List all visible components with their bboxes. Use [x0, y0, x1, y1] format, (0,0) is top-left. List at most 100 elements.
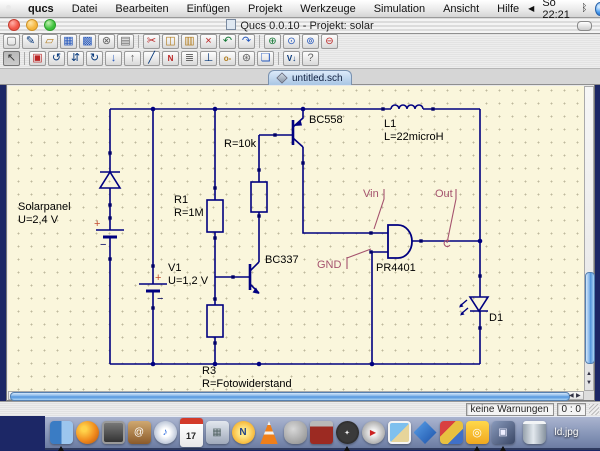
dock-color-folders-icon[interactable]: [440, 421, 463, 444]
insert-label-button[interactable]: N: [162, 51, 179, 66]
dock-blue-gem-icon[interactable]: [414, 421, 437, 444]
save-all-button[interactable]: ▩: [79, 34, 96, 49]
move-up-button[interactable]: ↑: [124, 51, 141, 66]
undo-button[interactable]: ↶: [219, 34, 236, 49]
last-component-button[interactable]: V↓: [283, 51, 300, 66]
dock-trash-icon[interactable]: [523, 421, 546, 444]
vertical-scrollbar[interactable]: ▲ ▼: [584, 86, 594, 391]
insert-wire-button[interactable]: ╱: [143, 51, 160, 66]
solarpanel-value-label[interactable]: U=2,4 V: [18, 214, 59, 226]
bc558-transistor-symbol[interactable]: [293, 109, 303, 147]
out-wire-label[interactable]: Out: [435, 188, 453, 200]
dock-neooffice-icon[interactable]: N: [232, 421, 255, 444]
bc337-name-label[interactable]: BC337: [265, 254, 299, 266]
dock-keychain-lock-icon[interactable]: [310, 421, 333, 444]
r10k-resistor-body[interactable]: [251, 182, 267, 212]
close-file-button[interactable]: ⊗: [98, 34, 115, 49]
toolbar-toggle-capsule[interactable]: [577, 21, 592, 31]
dock-preview-icon[interactable]: [102, 421, 125, 444]
delete-button[interactable]: ×: [200, 34, 217, 49]
cut-button[interactable]: ✂: [143, 34, 160, 49]
menu-simulation[interactable]: Simulation: [365, 3, 434, 15]
scroll-up-icon[interactable]: ▲: [586, 370, 592, 379]
insert-equation-button[interactable]: ≣: [181, 51, 198, 66]
dock-itunes-icon[interactable]: ♪: [154, 421, 177, 444]
rotate-ccw-button[interactable]: ↺: [48, 51, 65, 66]
dock-screenshot-icon[interactable]: ▣: [492, 421, 515, 444]
window-title-bar[interactable]: Qucs 0.0.10 - Projekt: solar: [0, 17, 600, 34]
blue-orb-icon[interactable]: [595, 2, 600, 16]
print-button[interactable]: ▤: [117, 34, 134, 49]
copy-button[interactable]: ◫: [162, 34, 179, 49]
open-file-button[interactable]: ▱: [41, 34, 58, 49]
r1-resistor-body[interactable]: [207, 200, 223, 232]
select-tool-button[interactable]: ↖: [3, 51, 20, 66]
mirror-x-button[interactable]: ⇵: [67, 51, 84, 66]
dock-qucs-icon[interactable]: ◎: [466, 421, 489, 444]
dock-image-capture-icon[interactable]: [284, 421, 307, 444]
menu-werkzeuge[interactable]: Werkzeuge: [291, 3, 364, 15]
l1-name-label[interactable]: L1: [384, 118, 396, 130]
paste-button[interactable]: ▥: [181, 34, 198, 49]
zoom-fit-button[interactable]: ⊚: [302, 34, 319, 49]
menu-projekt[interactable]: Projekt: [239, 3, 291, 15]
pr4401-ic-symbol[interactable]: [388, 225, 412, 258]
menu-hilfe[interactable]: Hilfe: [488, 3, 528, 15]
redo-button[interactable]: ↷: [238, 34, 255, 49]
r3-value-label[interactable]: R=Fotowiderstand: [202, 378, 292, 390]
menu-clock[interactable]: So 22:21: [542, 0, 573, 21]
horizontal-scrollbar[interactable]: ◀ ▶: [8, 391, 584, 400]
scroll-right-icon[interactable]: ▶: [576, 392, 581, 401]
simulate-button[interactable]: ⊛: [238, 51, 255, 66]
r3-resistor-body[interactable]: [207, 305, 223, 337]
dock-address-book-icon[interactable]: @: [128, 421, 151, 444]
resize-grip[interactable]: [589, 404, 599, 415]
r3-name-label[interactable]: R3: [202, 365, 216, 377]
dock-dvd-player-icon[interactable]: ▶: [362, 421, 385, 444]
zoom-in-button[interactable]: ⊕: [264, 34, 281, 49]
dock-ical-icon[interactable]: 17: [180, 418, 203, 447]
whats-this-button[interactable]: ?: [302, 51, 319, 66]
volume-icon[interactable]: ◀: [528, 4, 534, 13]
vertical-scroll-thumb[interactable]: [585, 272, 595, 364]
scroll-left-icon[interactable]: ◀: [569, 392, 574, 401]
insert-ground-button[interactable]: ⊥: [200, 51, 217, 66]
r10k-value-label[interactable]: R=10k: [224, 138, 257, 150]
dock-gauge-icon[interactable]: ✦: [336, 421, 359, 444]
dock-photo-icon[interactable]: [388, 421, 411, 444]
scroll-down-icon[interactable]: ▼: [586, 379, 592, 388]
solarpanel-diode-symbol[interactable]: [100, 172, 120, 188]
tab-untitled-sch[interactable]: untitled.sch: [268, 70, 352, 85]
r1-value-label[interactable]: R=1M: [174, 207, 204, 219]
edit-properties-button[interactable]: ▣: [29, 51, 46, 66]
solarpanel-source-symbol[interactable]: [96, 230, 124, 237]
pr4401-name-label[interactable]: PR4401: [376, 262, 416, 274]
gnd-wire-label[interactable]: GND: [317, 259, 342, 271]
circuit-wires[interactable]: [110, 105, 480, 364]
schematic-canvas[interactable]: Solarpanel U=2,4 V V1 U=1,2 V R1 R=1M R=…: [8, 86, 584, 391]
bc558-name-label[interactable]: BC558: [309, 114, 343, 126]
insert-port-button[interactable]: o-: [219, 51, 236, 66]
v1-value-label[interactable]: U=1,2 V: [168, 275, 209, 287]
new-document-button[interactable]: ▢: [3, 34, 20, 49]
dock-firefox-icon[interactable]: [76, 421, 99, 444]
d1-led-symbol[interactable]: [459, 297, 488, 316]
vin-wire-label[interactable]: Vin: [363, 188, 379, 200]
menu-app-name[interactable]: qucs: [19, 3, 63, 15]
v1-name-label[interactable]: V1: [168, 262, 181, 274]
dock-vlc-cone-icon[interactable]: [258, 421, 281, 444]
data-display-button[interactable]: ❏: [257, 51, 274, 66]
d1-name-label[interactable]: D1: [489, 312, 503, 324]
v1-source-symbol[interactable]: [139, 284, 167, 291]
move-down-button[interactable]: ↓: [105, 51, 122, 66]
schematic-drawing[interactable]: Solarpanel U=2,4 V V1 U=1,2 V R1 R=1M R=…: [8, 86, 584, 391]
zoom-1-1-button[interactable]: ⊙: [283, 34, 300, 49]
bluetooth-icon[interactable]: ᛒ: [581, 3, 587, 14]
r1-name-label[interactable]: R1: [174, 194, 188, 206]
zoom-out-button[interactable]: ⊖: [321, 34, 338, 49]
dock-calculator-icon[interactable]: ▦: [206, 421, 229, 444]
rotate-cw-button[interactable]: ↻: [86, 51, 103, 66]
menu-ansicht[interactable]: Ansicht: [434, 3, 488, 15]
l1-value-label[interactable]: L=22microH: [384, 131, 444, 143]
horizontal-scroll-thumb[interactable]: [10, 392, 570, 401]
